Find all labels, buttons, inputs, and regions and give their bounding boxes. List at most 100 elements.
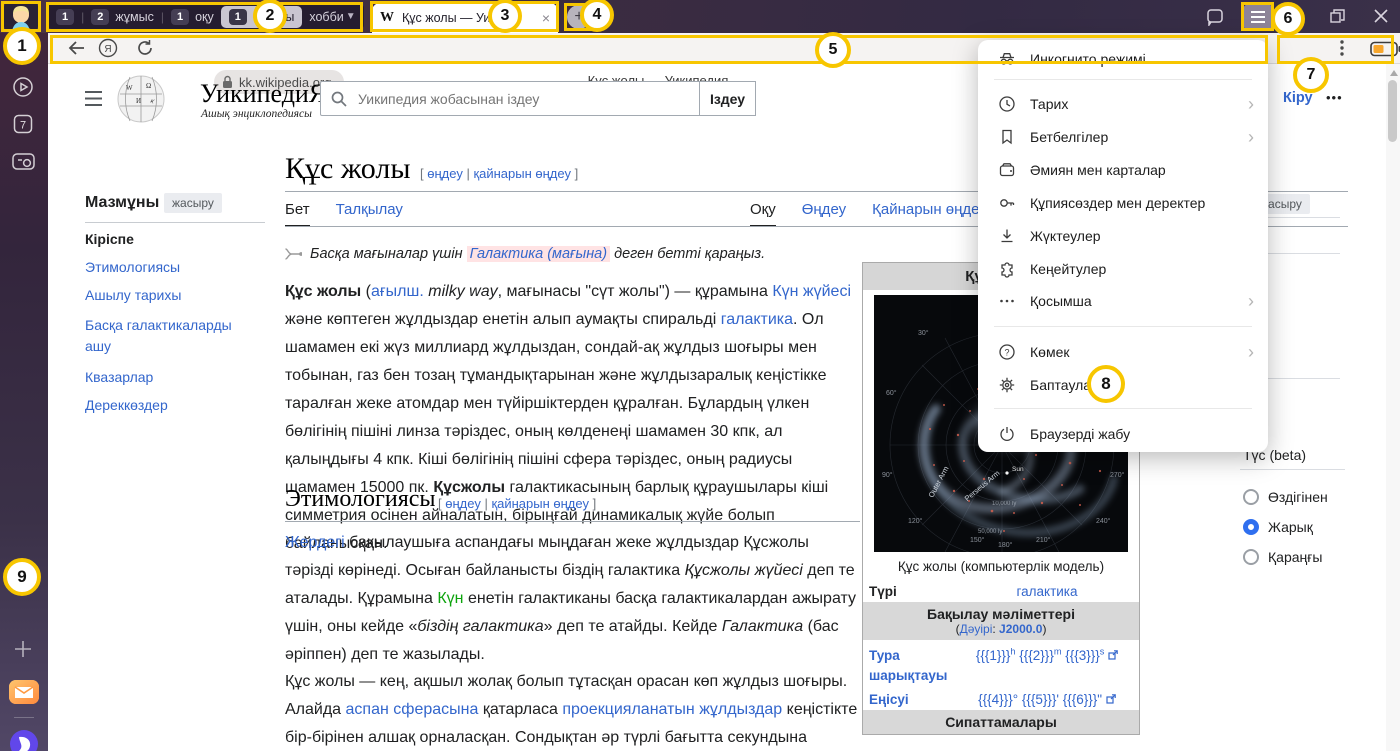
radio-auto[interactable]: Өздігінен: [1243, 489, 1328, 505]
yandex-mail-icon[interactable]: [9, 679, 39, 705]
svg-text:150°: 150°: [970, 536, 985, 544]
toc-item-discovery[interactable]: Ашылу тарихы: [85, 287, 261, 303]
radio-checked-icon[interactable]: [1243, 519, 1259, 535]
tabs-counter-icon[interactable]: 7: [12, 113, 34, 135]
galaxy-link[interactable]: галактика: [1016, 584, 1077, 599]
scrollbar-up-arrow[interactable]: [1390, 70, 1398, 76]
wikipedia-logo[interactable]: WΩИ𐤀: [116, 74, 166, 124]
dec-link[interactable]: Еңісуі: [869, 692, 961, 707]
download-icon: [998, 227, 1016, 245]
yandex-browser-icon[interactable]: [9, 729, 39, 751]
svg-text:240°: 240°: [1096, 517, 1111, 525]
menu-item-close-browser[interactable]: Браузерді жабу: [978, 419, 1268, 449]
infobox-obs-header: Бақылау мәліметтері (Дәуірі: J2000.0): [863, 602, 1139, 640]
svg-text:90°: 90°: [882, 471, 893, 479]
infobox-row-dec: Еңісуі {{{4}}}° {{{5}}}' {{{6}}}": [863, 689, 1139, 710]
annotation-step-2: 2: [253, 0, 287, 33]
ellipsis-icon: [998, 292, 1016, 310]
menu-item-passwords[interactable]: Құпиясөздер мен деректер: [978, 188, 1268, 218]
wiki-wordmark[interactable]: УикипедиЯ: [200, 79, 326, 109]
svg-text:60°: 60°: [886, 389, 897, 397]
svg-text:Ω: Ω: [146, 82, 151, 90]
annotation-step-6: 6: [1271, 2, 1305, 36]
highlight-box-menu-button: [1241, 2, 1274, 31]
menu-item-history[interactable]: Тарих ›: [978, 89, 1268, 119]
wiki-header-more[interactable]: •••: [1326, 90, 1343, 105]
toc-item-etymology[interactable]: Этимологиясы: [85, 259, 261, 275]
menu-item-help[interactable]: ? Көмек ›: [978, 337, 1268, 367]
radio-light[interactable]: Жарық: [1243, 519, 1313, 535]
highlight-box-toolbar-icons: [1277, 35, 1394, 64]
infobox-row-type: Түрі галактика: [863, 581, 1139, 602]
radio-dark[interactable]: Қараңғы: [1243, 549, 1322, 565]
sidebar-divider: [14, 717, 34, 718]
infobox-row-ra: Тура шарықтауы {{{1}}}h {{{2}}}m {{{3}}}…: [863, 640, 1139, 689]
video-player-icon[interactable]: [12, 76, 34, 98]
menu-item-downloads[interactable]: Жүктеулер: [978, 221, 1268, 251]
infobox-char-header: Сипаттамалары: [863, 710, 1139, 734]
side-panel-icon[interactable]: [1206, 8, 1224, 26]
toc-item-other-galaxies[interactable]: Басқа галактикаларды ашу: [85, 315, 261, 357]
menu-item-wallet[interactable]: Әмиян мен карталар: [978, 155, 1268, 185]
chevron-right-icon: ›: [1248, 292, 1254, 310]
tab-read[interactable]: Оқу: [750, 201, 776, 227]
search-button[interactable]: Іздеу: [699, 81, 756, 116]
section-heading-etymology: Этимологиясы: [285, 486, 436, 513]
chevron-right-icon: ›: [1248, 343, 1254, 361]
toc-item-intro[interactable]: Кіріспе: [85, 231, 261, 247]
power-icon: [998, 425, 1016, 443]
svg-text:10,000 ly: 10,000 ly: [992, 501, 1016, 507]
external-link-icon: [1108, 650, 1118, 660]
screenshot-icon[interactable]: [11, 151, 36, 172]
radio-icon[interactable]: [1243, 489, 1259, 505]
menu-item-more[interactable]: Қосымша ›: [978, 286, 1268, 316]
svg-text:180°: 180°: [998, 541, 1013, 549]
svg-text:W: W: [126, 84, 133, 92]
browser-side-panel: 7: [0, 33, 48, 751]
redirect-fork-icon: [285, 247, 302, 261]
browser-window: 1 | 2 жұмыс | 1 оқу 1 отбасы хобби ▼ W Қ…: [0, 0, 1400, 751]
wiki-search-box[interactable]: [320, 81, 700, 116]
article-title: Құс жолы: [285, 152, 411, 186]
ra-link[interactable]: Тура шарықтауы: [869, 646, 961, 686]
edit-link[interactable]: өңдеу: [427, 166, 463, 181]
edit-source-link[interactable]: қайнарын өңдеу: [473, 166, 571, 181]
svg-text:Sun: Sun: [1012, 466, 1024, 473]
page-scrollbar[interactable]: [1386, 64, 1400, 751]
toc-hide-button[interactable]: жасыру: [164, 193, 222, 213]
svg-text:30°: 30°: [918, 329, 929, 337]
article-paragraph-1: Құс жолы (ағылш. milky way, мағынасы "сү…: [285, 278, 860, 558]
sidebar-add-icon[interactable]: [13, 639, 33, 659]
tab-page[interactable]: Бет: [285, 201, 310, 227]
window-close-button[interactable]: [1373, 8, 1389, 24]
annotation-step-1: 1: [3, 27, 41, 65]
wiki-tagline: Ашық энциклопедиясы: [201, 108, 312, 120]
wallet-icon: [998, 161, 1016, 179]
toc-item-quasars[interactable]: Квазарлар: [85, 369, 261, 385]
annotation-step-3: 3: [488, 0, 522, 33]
svg-text:И: И: [136, 97, 141, 105]
svg-text:50,000 ly: 50,000 ly: [978, 529, 1002, 535]
search-input[interactable]: [356, 90, 699, 108]
menu-item-bookmarks[interactable]: Бетбелгілер ›: [978, 122, 1268, 152]
annotation-step-8: 8: [1087, 365, 1125, 403]
tab-talk[interactable]: Талқылау: [336, 201, 403, 227]
infobox-caption: Құс жолы (компьютерлік модель): [863, 552, 1139, 581]
window-restore-button[interactable]: [1330, 9, 1345, 24]
scrollbar-thumb[interactable]: [1388, 80, 1397, 142]
gear-icon: [998, 376, 1016, 394]
toc-item-sources[interactable]: Дереккөздер: [85, 397, 261, 413]
annotation-step-7: 7: [1293, 57, 1329, 93]
tab-edit-source[interactable]: Қайнарын өңдеу: [872, 201, 987, 227]
svg-text:?: ?: [1004, 348, 1009, 358]
radio-icon[interactable]: [1243, 549, 1259, 565]
wiki-menu-icon[interactable]: [84, 90, 103, 107]
tab-edit[interactable]: Өңдеу: [802, 201, 846, 227]
bookmark-icon: [998, 128, 1016, 146]
annotation-step-5: 5: [815, 32, 851, 68]
toc-divider: [85, 222, 265, 223]
puzzle-icon: [998, 260, 1016, 278]
menu-item-extensions[interactable]: Кеңейтулер: [978, 254, 1268, 284]
svg-text:270°: 270°: [1110, 471, 1125, 479]
svg-text:120°: 120°: [908, 517, 923, 525]
